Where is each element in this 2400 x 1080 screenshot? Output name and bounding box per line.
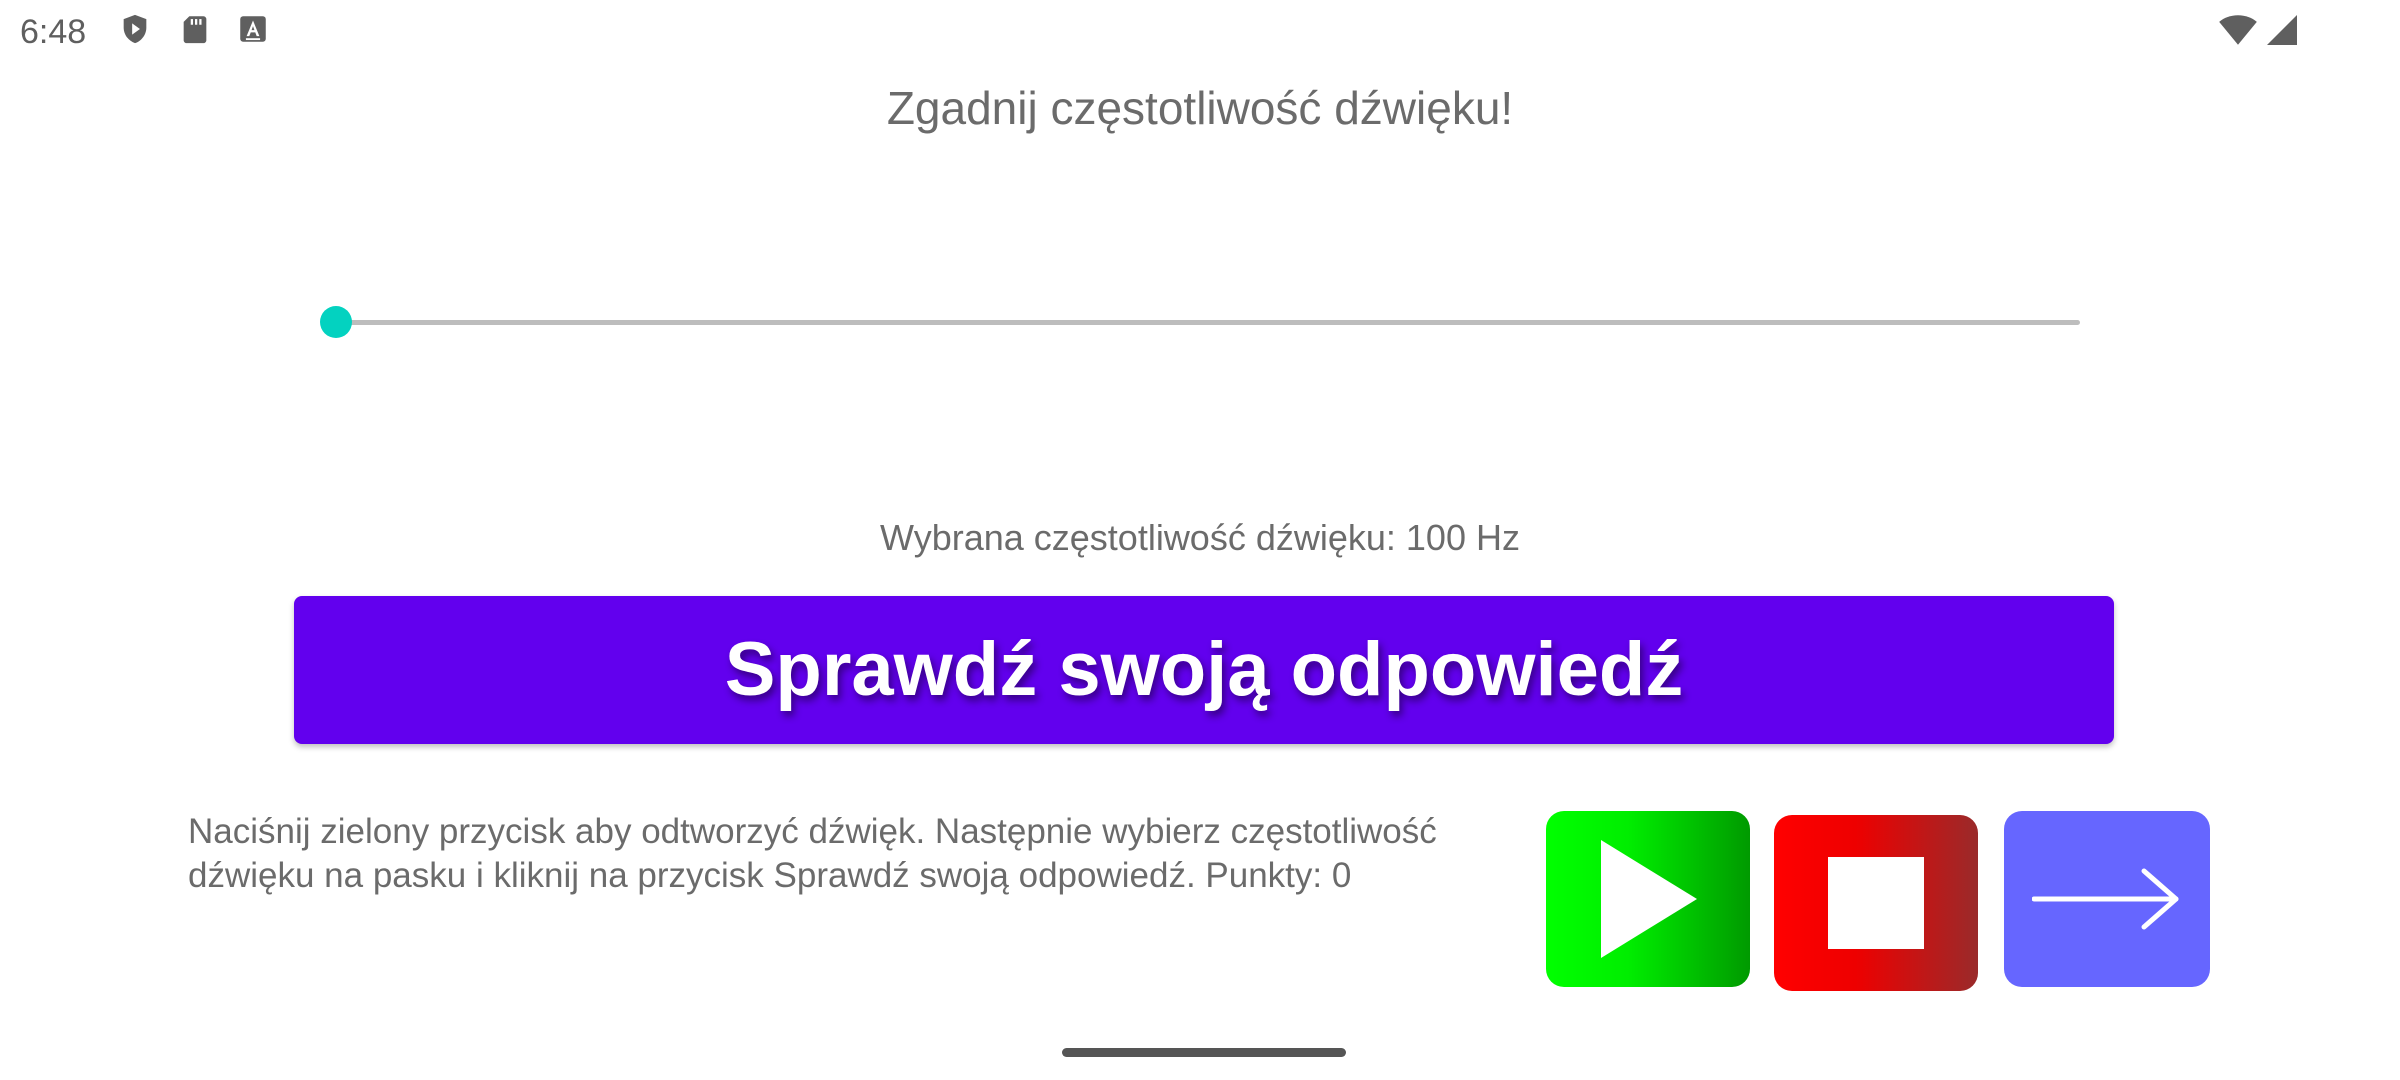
keyboard-a-icon (236, 12, 270, 46)
app-screen: 6:48 Zgadnij częstotliwość dźwięku! Wybr… (0, 0, 2400, 1080)
sd-card-icon (178, 12, 212, 46)
page-title: Zgadnij częstotliwość dźwięku! (886, 82, 1514, 134)
signal-icon (2264, 12, 2300, 48)
slider-track[interactable] (336, 320, 2080, 325)
wifi-icon (2218, 12, 2258, 48)
slider-thumb[interactable] (320, 306, 352, 338)
shield-play-icon (118, 12, 152, 46)
home-indicator[interactable] (1062, 1048, 1346, 1057)
selected-frequency-label: Wybrana częstotliwość dźwięku: 100 Hz (880, 517, 1520, 558)
play-button[interactable] (1546, 811, 1750, 987)
frequency-slider[interactable] (320, 300, 2080, 344)
stop-button[interactable] (1774, 815, 1978, 991)
play-icon (1601, 840, 1697, 958)
stop-icon (1828, 857, 1924, 949)
instructions-text: Naciśnij zielony przycisk aby odtworzyć … (188, 812, 1437, 895)
next-button[interactable] (2004, 811, 2210, 987)
check-answer-button-label: Sprawdź swoją odpowiedź (724, 627, 1684, 712)
arrow-right-icon (2032, 868, 2179, 930)
status-time: 6:48 (20, 13, 87, 51)
check-answer-button[interactable]: Sprawdź swoją odpowiedź (294, 596, 2114, 744)
